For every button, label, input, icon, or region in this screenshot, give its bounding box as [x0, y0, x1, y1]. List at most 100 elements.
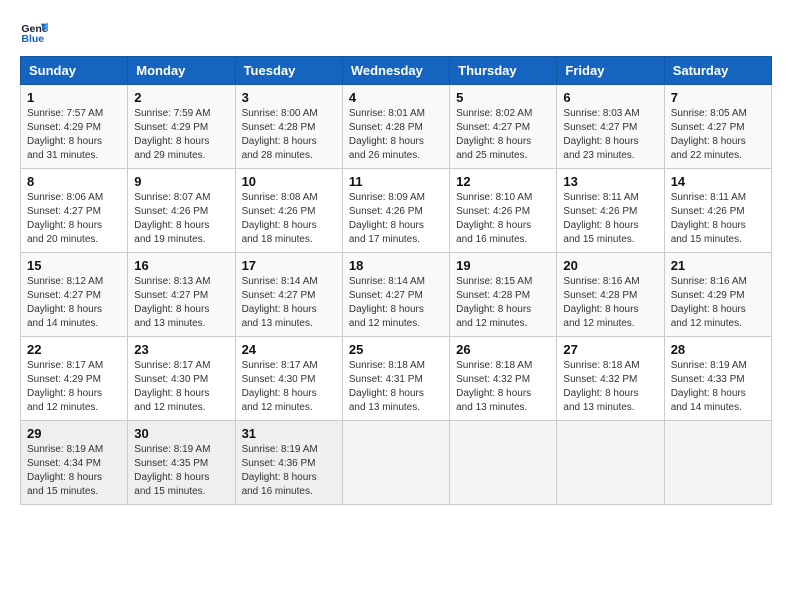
day-info: Sunrise: 8:13 AM Sunset: 4:27 PM Dayligh…: [134, 275, 228, 331]
day-number: 12: [456, 174, 550, 189]
calendar-header-friday: Friday: [557, 57, 664, 85]
calendar-header-thursday: Thursday: [450, 57, 557, 85]
calendar-cell: [664, 421, 771, 505]
day-number: 25: [349, 342, 443, 357]
calendar-week-4: 22 Sunrise: 8:17 AM Sunset: 4:29 PM Dayli…: [21, 337, 772, 421]
calendar-header-monday: Monday: [128, 57, 235, 85]
day-info: Sunrise: 7:59 AM Sunset: 4:29 PM Dayligh…: [134, 107, 228, 163]
calendar-cell: 22 Sunrise: 8:17 AM Sunset: 4:29 PM Dayli…: [21, 337, 128, 421]
day-info: Sunrise: 8:17 AM Sunset: 4:29 PM Dayligh…: [27, 359, 121, 415]
day-info: Sunrise: 8:02 AM Sunset: 4:27 PM Dayligh…: [456, 107, 550, 163]
calendar-cell: 3Sunrise: 8:00 AM Sunset: 4:28 PM Daylig…: [235, 85, 342, 169]
calendar-header-row: SundayMondayTuesdayWednesdayThursdayFrid…: [21, 57, 772, 85]
day-number: 26: [456, 342, 550, 357]
calendar-cell: 26 Sunrise: 8:18 AM Sunset: 4:32 PM Dayli…: [450, 337, 557, 421]
calendar-cell: 15 Sunrise: 8:12 AM Sunset: 4:27 PM Dayli…: [21, 253, 128, 337]
day-info: Sunrise: 8:07 AM Sunset: 4:26 PM Dayligh…: [134, 191, 228, 247]
calendar-cell: 11 Sunrise: 8:09 AM Sunset: 4:26 PM Dayli…: [342, 169, 449, 253]
day-number: 8: [27, 174, 121, 189]
calendar-cell: 17Sunrise: 8:14 AM Sunset: 4:27 PM Dayli…: [235, 253, 342, 337]
day-number: 14: [671, 174, 765, 189]
calendar-week-3: 15 Sunrise: 8:12 AM Sunset: 4:27 PM Dayli…: [21, 253, 772, 337]
calendar-cell: 4Sunrise: 8:01 AM Sunset: 4:28 PM Daylig…: [342, 85, 449, 169]
day-number: 3: [242, 90, 336, 105]
calendar-header-sunday: Sunday: [21, 57, 128, 85]
day-number: 13: [563, 174, 657, 189]
day-info: Sunrise: 8:10 AM Sunset: 4:26 PM Dayligh…: [456, 191, 550, 247]
day-number: 31: [242, 426, 336, 441]
calendar-cell: 21 Sunrise: 8:16 AM Sunset: 4:29 PM Dayli…: [664, 253, 771, 337]
calendar-cell: 1 Sunrise: 7:57 AM Sunset: 4:29 PM Daylig…: [21, 85, 128, 169]
day-info: Sunrise: 8:14 AM Sunset: 4:27 PM Dayligh…: [349, 275, 443, 331]
logo-icon: General Blue: [20, 18, 48, 46]
calendar-week-2: 8 Sunrise: 8:06 AM Sunset: 4:27 PM Daylig…: [21, 169, 772, 253]
day-number: 22: [27, 342, 121, 357]
day-info: Sunrise: 8:05 AM Sunset: 4:27 PM Dayligh…: [671, 107, 765, 163]
day-number: 21: [671, 258, 765, 273]
calendar-cell: [450, 421, 557, 505]
day-info: Sunrise: 8:16 AM Sunset: 4:29 PM Dayligh…: [671, 275, 765, 331]
calendar-cell: 9 Sunrise: 8:07 AM Sunset: 4:26 PM Daylig…: [128, 169, 235, 253]
day-info: Sunrise: 8:19 AM Sunset: 4:35 PM Dayligh…: [134, 443, 228, 499]
day-info: Sunrise: 8:15 AM Sunset: 4:28 PM Dayligh…: [456, 275, 550, 331]
calendar-cell: 27 Sunrise: 8:18 AM Sunset: 4:32 PM Dayli…: [557, 337, 664, 421]
day-number: 29: [27, 426, 121, 441]
day-info: Sunrise: 8:11 AM Sunset: 4:26 PM Dayligh…: [563, 191, 657, 247]
calendar-cell: 29Sunrise: 8:19 AM Sunset: 4:34 PM Dayli…: [21, 421, 128, 505]
day-number: 27: [563, 342, 657, 357]
svg-text:Blue: Blue: [21, 33, 44, 45]
calendar-cell: [557, 421, 664, 505]
calendar: SundayMondayTuesdayWednesdayThursdayFrid…: [20, 56, 772, 505]
day-info: Sunrise: 7:57 AM Sunset: 4:29 PM Dayligh…: [27, 107, 121, 163]
day-number: 1: [27, 90, 121, 105]
calendar-cell: 13 Sunrise: 8:11 AM Sunset: 4:26 PM Dayli…: [557, 169, 664, 253]
day-info: Sunrise: 8:16 AM Sunset: 4:28 PM Dayligh…: [563, 275, 657, 331]
calendar-cell: 7Sunrise: 8:05 AM Sunset: 4:27 PM Daylig…: [664, 85, 771, 169]
day-info: Sunrise: 8:03 AM Sunset: 4:27 PM Dayligh…: [563, 107, 657, 163]
day-info: Sunrise: 8:12 AM Sunset: 4:27 PM Dayligh…: [27, 275, 121, 331]
calendar-cell: 8 Sunrise: 8:06 AM Sunset: 4:27 PM Daylig…: [21, 169, 128, 253]
day-number: 6: [563, 90, 657, 105]
calendar-cell: [342, 421, 449, 505]
calendar-cell: 14Sunrise: 8:11 AM Sunset: 4:26 PM Dayli…: [664, 169, 771, 253]
day-info: Sunrise: 8:19 AM Sunset: 4:33 PM Dayligh…: [671, 359, 765, 415]
day-number: 28: [671, 342, 765, 357]
calendar-cell: 10 Sunrise: 8:08 AM Sunset: 4:26 PM Dayli…: [235, 169, 342, 253]
day-number: 4: [349, 90, 443, 105]
day-info: Sunrise: 8:19 AM Sunset: 4:36 PM Dayligh…: [242, 443, 336, 499]
day-number: 19: [456, 258, 550, 273]
calendar-cell: 23 Sunrise: 8:17 AM Sunset: 4:30 PM Dayli…: [128, 337, 235, 421]
day-number: 30: [134, 426, 228, 441]
calendar-cell: 24 Sunrise: 8:17 AM Sunset: 4:30 PM Dayli…: [235, 337, 342, 421]
day-number: 10: [242, 174, 336, 189]
day-info: Sunrise: 8:18 AM Sunset: 4:31 PM Dayligh…: [349, 359, 443, 415]
day-info: Sunrise: 8:17 AM Sunset: 4:30 PM Dayligh…: [134, 359, 228, 415]
day-number: 23: [134, 342, 228, 357]
day-number: 17: [242, 258, 336, 273]
calendar-cell: 28 Sunrise: 8:19 AM Sunset: 4:33 PM Dayli…: [664, 337, 771, 421]
day-info: Sunrise: 8:18 AM Sunset: 4:32 PM Dayligh…: [563, 359, 657, 415]
day-number: 20: [563, 258, 657, 273]
calendar-cell: 18 Sunrise: 8:14 AM Sunset: 4:27 PM Dayli…: [342, 253, 449, 337]
day-number: 15: [27, 258, 121, 273]
day-info: Sunrise: 8:09 AM Sunset: 4:26 PM Dayligh…: [349, 191, 443, 247]
calendar-header-saturday: Saturday: [664, 57, 771, 85]
calendar-cell: 16Sunrise: 8:13 AM Sunset: 4:27 PM Dayli…: [128, 253, 235, 337]
calendar-header-tuesday: Tuesday: [235, 57, 342, 85]
day-info: Sunrise: 8:06 AM Sunset: 4:27 PM Dayligh…: [27, 191, 121, 247]
calendar-header-wednesday: Wednesday: [342, 57, 449, 85]
calendar-cell: 6 Sunrise: 8:03 AM Sunset: 4:27 PM Daylig…: [557, 85, 664, 169]
day-info: Sunrise: 8:08 AM Sunset: 4:26 PM Dayligh…: [242, 191, 336, 247]
day-number: 11: [349, 174, 443, 189]
day-number: 24: [242, 342, 336, 357]
day-number: 18: [349, 258, 443, 273]
calendar-week-5: 29Sunrise: 8:19 AM Sunset: 4:34 PM Dayli…: [21, 421, 772, 505]
calendar-cell: 20 Sunrise: 8:16 AM Sunset: 4:28 PM Dayli…: [557, 253, 664, 337]
day-number: 2: [134, 90, 228, 105]
page: General Blue SundayMondayTuesdayWednesda…: [0, 0, 792, 612]
calendar-cell: 2 Sunrise: 7:59 AM Sunset: 4:29 PM Daylig…: [128, 85, 235, 169]
day-number: 9: [134, 174, 228, 189]
calendar-cell: 5Sunrise: 8:02 AM Sunset: 4:27 PM Daylig…: [450, 85, 557, 169]
day-info: Sunrise: 8:18 AM Sunset: 4:32 PM Dayligh…: [456, 359, 550, 415]
day-info: Sunrise: 8:17 AM Sunset: 4:30 PM Dayligh…: [242, 359, 336, 415]
